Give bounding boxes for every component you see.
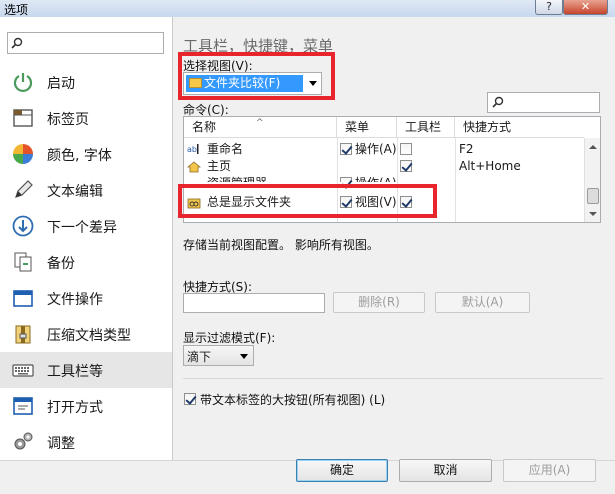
search-icon [11, 37, 23, 49]
scroll-up-icon[interactable] [589, 145, 597, 149]
sidebar-item-label: 调整 [47, 436, 75, 452]
sidebar-item-open-with[interactable]: 打开方式 [0, 388, 172, 424]
table-cell-shortcut: Alt+Home [459, 159, 521, 173]
ok-button[interactable]: 确定 [296, 459, 388, 482]
commands-scrollbar[interactable] [584, 138, 600, 222]
commands-search-input[interactable] [487, 92, 600, 113]
highlight-box-row [178, 184, 437, 218]
svg-text:ab: ab [187, 145, 197, 154]
keyboard-icon [12, 364, 34, 377]
sidebar-item-toolbars[interactable]: 工具栏等 [0, 352, 172, 388]
column-header-menu[interactable]: 菜单 [337, 117, 397, 138]
big-buttons-checkbox[interactable] [184, 393, 196, 405]
table-cell-menu: 操作(A) [355, 142, 397, 156]
sidebar-item-file-ops[interactable]: 文件操作 [0, 280, 172, 316]
sidebar-item-label: 启动 [47, 76, 75, 92]
title-bar: 选项 ? ✕ [0, 0, 615, 17]
open-with-icon [13, 397, 33, 415]
sidebar-item-label: 压缩文档类型 [47, 328, 131, 344]
sidebar-search-input[interactable] [7, 32, 164, 54]
backup-icon [14, 252, 32, 272]
archive-icon [15, 325, 31, 344]
sidebar-item-label: 备份 [47, 256, 75, 272]
scroll-thumb[interactable] [587, 188, 599, 204]
file-ops-icon [13, 290, 33, 307]
filter-mode-value: 滴下 [187, 350, 212, 364]
sidebar-item-archive-types[interactable]: 压缩文档类型 [0, 316, 172, 352]
window-title: 选项 [4, 3, 29, 17]
home-icon [187, 161, 201, 173]
sidebar-item-label: 标签页 [47, 112, 89, 128]
sidebar-item-next-diff[interactable]: 下一个差异 [0, 208, 172, 244]
cancel-button[interactable]: 取消 [399, 459, 492, 482]
sort-asc-icon: ^ [256, 118, 264, 128]
sidebar-item-colors-fonts[interactable]: 颜色, 字体 [0, 136, 172, 172]
scroll-down-icon[interactable] [589, 212, 597, 216]
highlight-box-select-view [178, 52, 335, 100]
column-header-toolbar[interactable]: 工具栏 [397, 117, 455, 138]
sidebar-item-backup[interactable]: 备份 [0, 244, 172, 280]
next-diff-icon [12, 215, 34, 237]
options-sidebar: 启动 标签页 颜色, 字体 文本编辑 下一个差异 备份 文件操作 压缩文档类型 … [0, 17, 173, 460]
palette-icon [13, 144, 33, 164]
search-icon [492, 96, 504, 108]
pencil-icon [15, 180, 33, 198]
filter-mode-dropdown[interactable]: 滴下 [183, 345, 254, 366]
sidebar-item-startup[interactable]: 启动 [0, 64, 172, 100]
apply-button[interactable]: 应用(A) [503, 459, 596, 482]
rename-icon: ab [187, 144, 199, 154]
sidebar-item-label: 文件操作 [47, 292, 103, 308]
sidebar-item-tweaks[interactable]: 调整 [0, 424, 172, 460]
sidebar-item-text-edit[interactable]: 文本编辑 [0, 172, 172, 208]
store-note: 存储当前视图配置。 影响所有视图。 [183, 238, 379, 252]
toolbar-checkbox[interactable] [400, 160, 412, 172]
default-button[interactable]: 默认(A) [435, 292, 530, 313]
sidebar-item-label: 文本编辑 [47, 184, 103, 200]
table-cell-name: 重命名 [207, 142, 244, 156]
table-cell-shortcut: F2 [459, 142, 474, 156]
shortcut-input[interactable] [183, 293, 325, 313]
table-cell-name: 主页 [207, 159, 232, 173]
big-buttons-label[interactable]: 带文本标签的大按钮(所有视图) (L) [200, 391, 385, 408]
column-divider [455, 138, 456, 222]
sidebar-item-tabs[interactable]: 标签页 [0, 100, 172, 136]
delete-button[interactable]: 删除(R) [333, 292, 425, 313]
tab-page-icon [13, 109, 33, 127]
table-cell-name: 资源管理器 [207, 175, 267, 182]
toolbar-checkbox[interactable] [400, 143, 412, 155]
filter-mode-label: 显示过滤模式(F): [183, 331, 276, 345]
close-button[interactable]: ✕ [563, 0, 608, 15]
table-cell-menu: 操作(A) [355, 175, 397, 182]
sidebar-item-label: 颜色, 字体 [47, 148, 112, 164]
column-header-shortcut[interactable]: 快捷方式 [455, 117, 584, 138]
help-button[interactable]: ? [535, 0, 563, 15]
chevron-down-icon [240, 354, 248, 359]
sidebar-item-label: 工具栏等 [47, 364, 103, 380]
menu-checkbox[interactable] [340, 177, 352, 182]
column-header-name[interactable]: 名称 ^ [184, 117, 337, 138]
power-icon [13, 73, 33, 93]
sidebar-item-label: 下一个差异 [47, 220, 117, 236]
gears-icon [14, 432, 33, 450]
menu-checkbox[interactable] [340, 143, 352, 155]
divider [183, 378, 603, 379]
sidebar-item-label: 打开方式 [47, 400, 103, 416]
